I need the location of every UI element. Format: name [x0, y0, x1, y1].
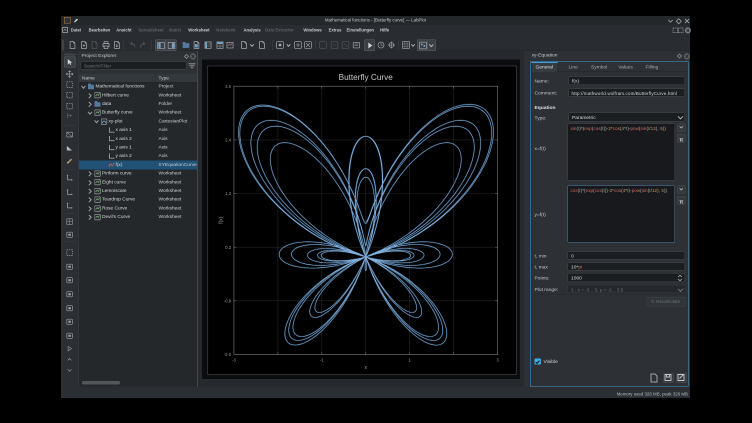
svg-text:f(x): f(x)	[219, 216, 225, 224]
svg-text:-2.0: -2.0	[224, 352, 232, 357]
svg-text:Butterfly Curve: Butterfly Curve	[339, 73, 394, 82]
svg-text:0.2: 0.2	[225, 245, 231, 250]
svg-text:-0.9: -0.9	[224, 298, 232, 303]
svg-text:1.3: 1.3	[225, 191, 231, 196]
svg-text:3.5: 3.5	[225, 84, 231, 89]
svg-text:2.4: 2.4	[225, 138, 231, 143]
